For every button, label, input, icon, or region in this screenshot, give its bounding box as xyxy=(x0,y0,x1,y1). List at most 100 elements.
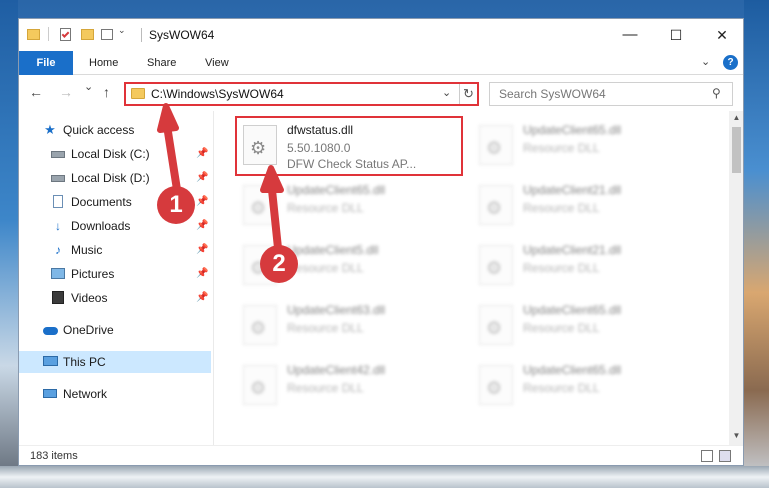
sidebar-item-network[interactable]: Network xyxy=(19,383,211,405)
sidebar-item-label: This PC xyxy=(63,355,106,369)
tab-home[interactable]: Home xyxy=(89,51,118,75)
search-input[interactable]: Search SysWOW64 ⚲ xyxy=(489,82,733,106)
address-dropdown-icon[interactable]: ⌄ xyxy=(442,86,451,99)
vertical-scrollbar[interactable]: ▲ ▼ xyxy=(729,111,743,445)
title-bar: ⌄ SysWOW64 — ☐ ✕ xyxy=(19,19,743,51)
sidebar-item-local-disk-c[interactable]: Local Disk (C:) 📌 xyxy=(19,143,211,165)
title-separator xyxy=(141,28,142,42)
desktop-wallpaper-left xyxy=(0,0,18,488)
file-description: Resource DLL xyxy=(287,201,364,215)
pin-icon: 📌 xyxy=(196,172,209,183)
file-item[interactable]: ⚙ UpdateClient21.dll Resource DLL xyxy=(473,179,698,235)
pictures-icon xyxy=(51,267,65,281)
large-icons-view-icon[interactable] xyxy=(719,450,731,462)
sidebar-item-label: Quick access xyxy=(63,123,135,137)
pin-icon: 📌 xyxy=(196,244,209,255)
dll-file-icon: ⚙ xyxy=(479,365,513,405)
sidebar-item-label: Music xyxy=(71,243,103,257)
file-highlight-box xyxy=(235,116,463,176)
customize-toolbar-icon[interactable]: ⌄ xyxy=(101,25,129,43)
ribbon-tabs: File Home Share View ⌄ ? xyxy=(19,51,743,75)
download-icon: ↓ xyxy=(55,219,61,233)
scroll-thumb[interactable] xyxy=(732,127,741,173)
expand-ribbon-icon[interactable]: ⌄ xyxy=(701,55,710,68)
scroll-up-icon[interactable]: ▲ xyxy=(729,113,743,122)
sidebar-item-music[interactable]: ♪ Music 📌 xyxy=(19,239,211,261)
dll-file-icon: ⚙ xyxy=(479,245,513,285)
file-description: Resource DLL xyxy=(523,141,600,155)
status-bar: 183 items xyxy=(19,445,743,465)
gear-icon: ⚙ xyxy=(250,198,267,218)
gear-icon: ⚙ xyxy=(486,258,503,278)
file-item[interactable]: ⚙ UpdateClient65.dll Resource DLL xyxy=(473,359,698,415)
sidebar-item-label: Videos xyxy=(71,291,108,305)
properties-icon[interactable] xyxy=(59,27,73,43)
file-name: UpdateClient5.dll xyxy=(287,243,379,257)
maximize-button[interactable]: ☐ xyxy=(653,19,699,51)
item-count: 183 items xyxy=(30,450,78,462)
sidebar-item-local-disk-d[interactable]: Local Disk (D:) 📌 xyxy=(19,167,211,189)
file-name: UpdateClient65.dll xyxy=(523,363,622,377)
folder-icon xyxy=(131,88,145,99)
sidebar-item-pictures[interactable]: Pictures 📌 xyxy=(19,263,211,285)
new-folder-icon[interactable] xyxy=(81,27,95,43)
drive-icon xyxy=(51,147,65,161)
music-icon: ♪ xyxy=(55,243,61,257)
pin-icon: 📌 xyxy=(196,220,209,231)
details-view-icon[interactable] xyxy=(701,450,713,462)
file-item[interactable]: ⚙ UpdateClient65.dll Resource DLL xyxy=(473,119,698,175)
tab-view[interactable]: View xyxy=(205,51,229,75)
file-name: UpdateClient42.dll xyxy=(287,363,386,377)
forward-button[interactable]: → xyxy=(59,84,73,100)
tab-share[interactable]: Share xyxy=(147,51,176,75)
callout-step-2: 2 xyxy=(260,245,298,283)
sidebar-item-videos[interactable]: Videos 📌 xyxy=(19,287,211,309)
sidebar-item-label: Local Disk (C:) xyxy=(71,147,150,161)
minimize-button[interactable]: — xyxy=(607,19,653,51)
file-item[interactable]: ⚙ UpdateClient63.dll Resource DLL xyxy=(237,299,462,355)
pin-icon: 📌 xyxy=(196,148,209,159)
sidebar-item-label: OneDrive xyxy=(63,323,114,337)
sidebar-item-quick-access[interactable]: ★ Quick access xyxy=(19,119,211,141)
file-description: Resource DLL xyxy=(523,381,600,395)
dll-file-icon: ⚙ xyxy=(243,365,277,405)
help-icon[interactable]: ? xyxy=(723,55,738,70)
address-path[interactable]: C:\Windows\SysWOW64 xyxy=(151,87,284,101)
file-name: UpdateClient63.dll xyxy=(287,303,386,317)
navigation-bar: ← → ⌄ ↑ C:\Windows\SysWOW64 ⌄ ↻ Search S… xyxy=(19,76,743,110)
recent-locations-button[interactable]: ⌄ xyxy=(84,80,93,93)
gear-icon: ⚙ xyxy=(250,318,267,338)
dll-file-icon: ⚙ xyxy=(479,125,513,165)
dll-file-icon: ⚙ xyxy=(243,185,277,225)
window-title: SysWOW64 xyxy=(149,28,215,42)
refresh-button[interactable]: ↻ xyxy=(459,84,477,104)
sidebar-item-label: Documents xyxy=(71,195,132,209)
search-icon[interactable]: ⚲ xyxy=(712,86,721,100)
sidebar-item-onedrive[interactable]: OneDrive xyxy=(19,319,211,341)
address-bar[interactable]: C:\Windows\SysWOW64 ⌄ ↻ xyxy=(124,82,479,106)
documents-icon xyxy=(51,195,65,209)
scroll-down-icon[interactable]: ▼ xyxy=(729,431,743,440)
folder-icon xyxy=(27,27,41,43)
close-button[interactable]: ✕ xyxy=(699,19,743,51)
up-button[interactable]: ↑ xyxy=(103,84,110,100)
cloud-icon xyxy=(43,323,58,337)
dll-file-icon: ⚙ xyxy=(479,305,513,345)
file-item[interactable]: ⚙ UpdateClient21.dll Resource DLL xyxy=(473,239,698,295)
pin-icon: 📌 xyxy=(196,292,209,303)
sidebar-item-label: Network xyxy=(63,387,108,401)
file-item[interactable]: ⚙ UpdateClient65.dll Resource DLL xyxy=(237,179,462,235)
file-item[interactable]: ⚙ UpdateClient65.dll Resource DLL xyxy=(473,299,698,355)
sidebar-item-this-pc[interactable]: This PC xyxy=(19,351,211,373)
back-button[interactable]: ← xyxy=(29,84,43,100)
videos-icon xyxy=(51,291,65,305)
tab-file[interactable]: File xyxy=(19,51,73,75)
navigation-pane: ★ Quick access Local Disk (C:) 📌 Local D… xyxy=(19,111,211,445)
computer-icon xyxy=(43,355,58,369)
file-name: UpdateClient65.dll xyxy=(523,123,622,137)
callout-step-1: 1 xyxy=(157,186,195,224)
sidebar-item-label: Pictures xyxy=(71,267,115,281)
file-description: Resource DLL xyxy=(523,321,600,335)
title-divider xyxy=(47,27,51,43)
file-item[interactable]: ⚙ UpdateClient42.dll Resource DLL xyxy=(237,359,462,415)
